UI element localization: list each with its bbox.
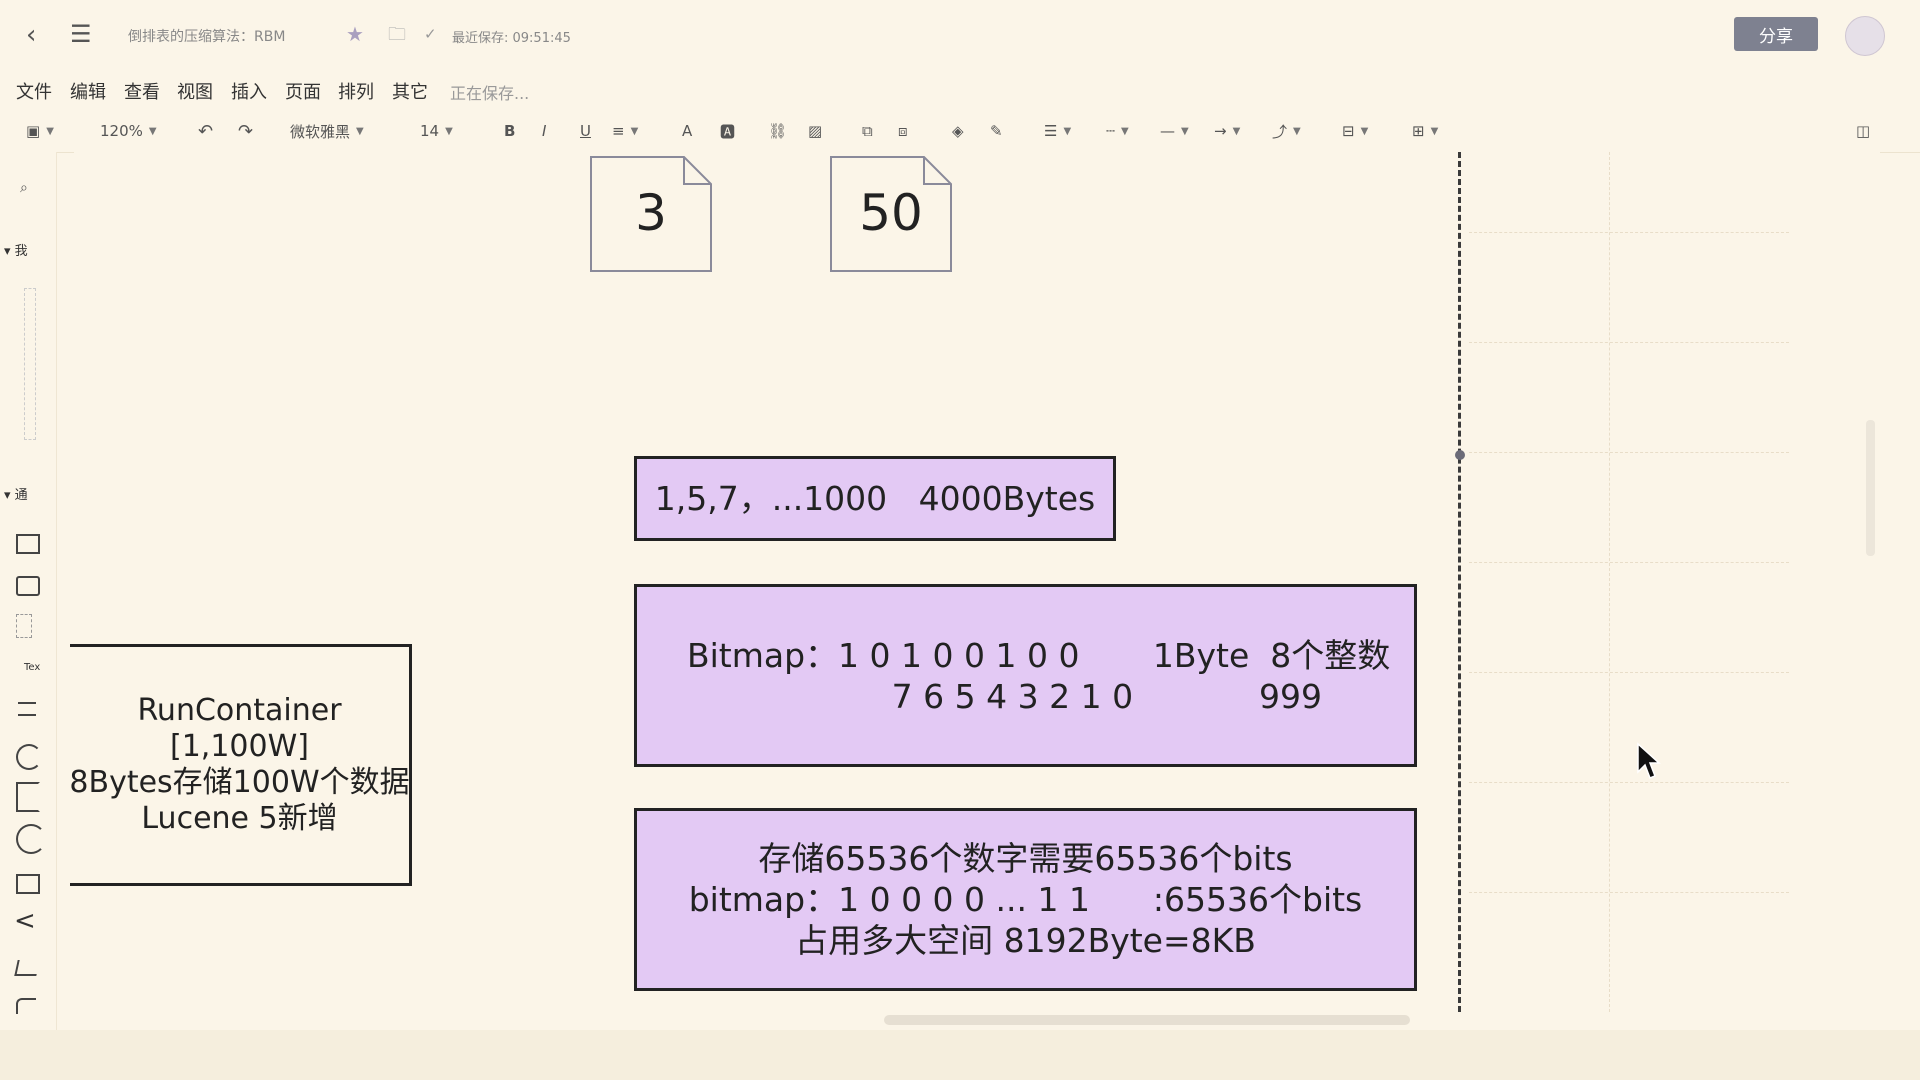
menu-file[interactable]: 文件 (16, 78, 52, 104)
layout-icon[interactable]: ▣ ▼ (26, 118, 54, 144)
array-box[interactable]: 1,5,7，...1000 4000Bytes (634, 456, 1116, 541)
font-select[interactable]: 微软雅黑 ▼ (290, 118, 364, 144)
menu-view2[interactable]: 视图 (177, 78, 213, 104)
search-icon[interactable]: ⌕ (20, 180, 28, 196)
section-mine[interactable]: ▾ 我 (4, 240, 28, 259)
star-icon[interactable]: ★ (346, 22, 364, 46)
underline-icon[interactable]: U (580, 118, 591, 144)
zoom-select[interactable]: 120% ▼ (100, 118, 157, 144)
undo-icon[interactable]: ↶ (198, 118, 213, 144)
doc-shape-3[interactable]: 3 (590, 156, 712, 272)
storage-box[interactable]: 存储65536个数字需要65536个bits bitmap：1 0 0 0 0 … (634, 808, 1417, 991)
doc-value: 3 (635, 184, 667, 242)
zoom-value: 120% (100, 122, 143, 140)
page-break-handle[interactable] (1455, 450, 1465, 460)
menu-arrange[interactable]: 排列 (338, 78, 374, 104)
grid-line (1469, 452, 1789, 453)
link-icon[interactable]: ⛓ (768, 118, 787, 144)
bring-front-icon[interactable]: ⧉ (862, 118, 873, 144)
ellipse-shape[interactable] (16, 744, 42, 770)
back-icon[interactable]: ‹ (26, 20, 36, 50)
folder-icon[interactable]: 🗀 (388, 22, 406, 52)
doc-title[interactable]: 倒排表的压缩算法：RBM (128, 26, 285, 46)
rect-shape[interactable] (16, 534, 40, 554)
grid-line (1469, 232, 1789, 233)
send-back-icon[interactable]: ⧈ (898, 118, 908, 144)
doc-value: 50 (859, 184, 923, 242)
grid-line (1469, 342, 1789, 343)
line-color-icon[interactable]: ✎ (990, 118, 1003, 144)
bitmap-box[interactable]: Bitmap：1 0 1 0 0 1 0 0 1Byte 8个整数 7 6 5 … (634, 584, 1417, 767)
redo-icon[interactable]: ↷ (238, 118, 253, 144)
section-general-label: 通 (14, 488, 28, 503)
menu-page[interactable]: 页面 (285, 78, 321, 104)
curve-shape[interactable] (16, 998, 36, 1014)
menu-insert[interactable]: 插入 (231, 78, 267, 104)
bottom-bar (0, 1030, 1920, 1080)
saving-status: 正在保存... (450, 84, 530, 103)
process-shape[interactable] (16, 874, 40, 894)
text-shape[interactable]: Tex (24, 662, 40, 673)
arrow-icon[interactable]: → ▼ (1214, 118, 1240, 144)
saved-check-icon: ✓ (424, 25, 437, 43)
share-button[interactable]: 分享 (1734, 17, 1818, 51)
grid-line (1469, 562, 1789, 563)
square-shape[interactable] (16, 782, 40, 812)
menu-view[interactable]: 查看 (124, 78, 160, 104)
table-icon[interactable]: ⊞ ▼ (1412, 118, 1438, 144)
fill-icon[interactable]: ◈ (952, 118, 964, 144)
rounded-rect-shape[interactable] (16, 576, 40, 596)
my-shapes-placeholder (24, 288, 36, 440)
font-size-value: 14 (420, 122, 440, 140)
line-style-icon[interactable]: — ▼ (1160, 118, 1189, 144)
panel-toggle-icon[interactable]: ◫ (1856, 118, 1870, 144)
font-size-select[interactable]: 14 ▼ (420, 118, 453, 144)
align-icon[interactable]: ≡ ▼ (612, 118, 638, 144)
mouse-cursor-icon (1637, 742, 1661, 779)
text-bg-icon[interactable]: 🅰 (720, 118, 735, 144)
grid-line (1469, 782, 1789, 783)
line-width-icon[interactable]: ☰ ▼ (1044, 118, 1071, 144)
page-break-line (1458, 152, 1461, 1012)
menu-edit[interactable]: 编辑 (70, 78, 106, 104)
doc-shape-50[interactable]: 50 (830, 156, 952, 272)
connector-icon[interactable]: ⤴ ▼ (1272, 118, 1301, 144)
vertical-scrollbar[interactable] (1866, 420, 1875, 556)
section-general[interactable]: ▾ 通 (4, 484, 28, 503)
circle-shape[interactable] (16, 824, 46, 854)
font-color-icon[interactable]: A (682, 118, 692, 144)
save-status: 最近保存: 09:51:45 (452, 31, 571, 46)
font-value: 微软雅黑 (290, 122, 351, 141)
menu-other[interactable]: 其它 (392, 78, 428, 104)
triangle-shape[interactable]: < (14, 908, 36, 934)
bold-icon[interactable]: B (504, 118, 515, 144)
italic-icon[interactable]: I (542, 118, 546, 144)
top-bar: ‹ ☰ 倒排表的压缩算法：RBM ★ 🗀 ✓ 最近保存: 09:51:45 分享 (0, 0, 1920, 70)
line-dash-icon[interactable]: ┄ ▼ (1106, 118, 1129, 144)
image-icon[interactable]: ▨ (808, 118, 822, 144)
grid-line (1469, 672, 1789, 673)
heading-shape[interactable] (18, 702, 36, 716)
text-frame-shape[interactable] (16, 614, 32, 638)
menu-icon[interactable]: ☰ (70, 20, 92, 48)
align-shapes-icon[interactable]: ⊟ ▼ (1342, 118, 1368, 144)
horizontal-scrollbar[interactable] (884, 1015, 1410, 1025)
avatar[interactable] (1845, 16, 1885, 56)
parallelogram-shape[interactable] (14, 960, 40, 976)
section-mine-label: 我 (14, 244, 28, 259)
shape-panel: ⌕ ▾ 我 ▾ 通 Tex < +... (0, 152, 57, 1080)
grid-line (1609, 152, 1610, 1012)
grid-line (1469, 892, 1789, 893)
runcontainer-box[interactable]: RunContainer [1,100W] 8Bytes存储100W个数据 Lu… (69, 644, 412, 886)
